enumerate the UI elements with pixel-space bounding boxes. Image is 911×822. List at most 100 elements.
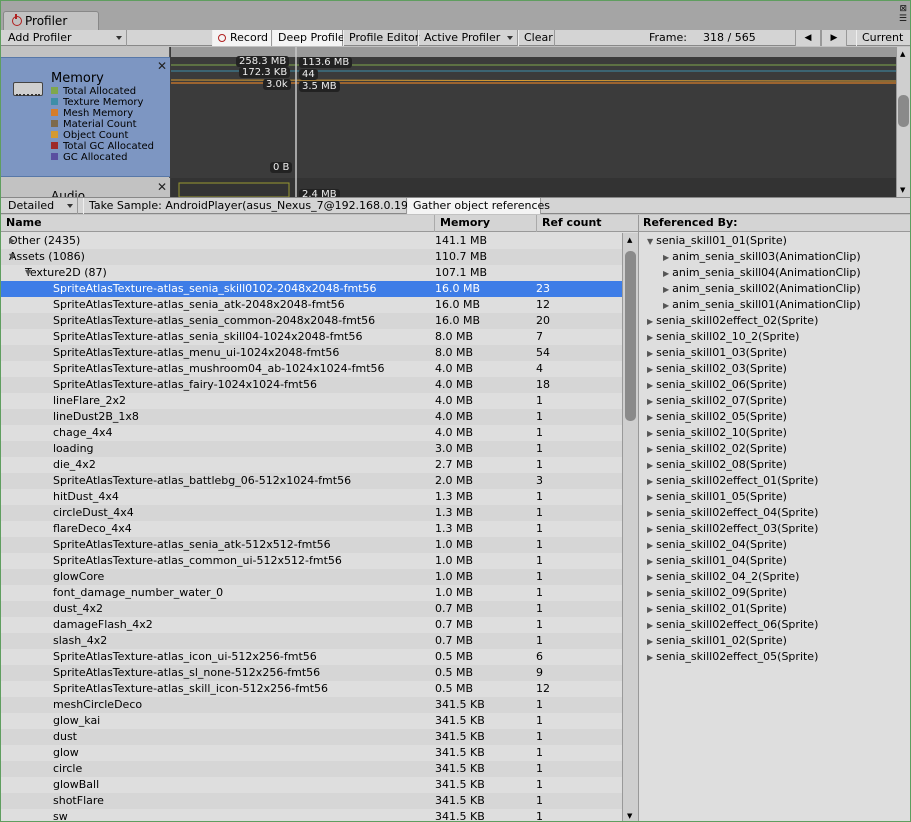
table-row[interactable]: shotFlare 341.5 KB 1 bbox=[1, 793, 622, 809]
table-row[interactable]: dust_4x2 0.7 MB 1 bbox=[1, 601, 622, 617]
table-row[interactable]: slash_4x2 0.7 MB 1 bbox=[1, 633, 622, 649]
collapsed-arrow-icon[interactable]: ▶ bbox=[647, 653, 653, 662]
collapsed-arrow-icon[interactable]: ▶ bbox=[663, 301, 669, 310]
collapsed-arrow-icon[interactable]: ▶ bbox=[647, 573, 653, 582]
collapsed-arrow-icon[interactable]: ▶ bbox=[663, 253, 669, 262]
detail-mode-dropdown[interactable]: Detailed bbox=[3, 198, 78, 214]
table-row[interactable]: damageFlash_4x2 0.7 MB 1 bbox=[1, 617, 622, 633]
add-profiler-dropdown[interactable]: Add Profiler bbox=[3, 30, 127, 46]
reference-item[interactable]: ▶ senia_skill02_08(Sprite) bbox=[647, 457, 787, 473]
reference-item[interactable]: ▶ senia_skill01_05(Sprite) bbox=[647, 489, 787, 505]
table-row[interactable]: meshCircleDeco 341.5 KB 1 bbox=[1, 697, 622, 713]
table-row[interactable]: SpriteAtlasTexture-atlas_battlebg_06-512… bbox=[1, 473, 622, 489]
scroll-up-icon[interactable]: ▲ bbox=[900, 50, 905, 58]
collapsed-arrow-icon[interactable]: ▶ bbox=[647, 333, 653, 342]
table-row[interactable]: SpriteAtlasTexture-atlas_senia_atk-2048x… bbox=[1, 297, 622, 313]
table-row[interactable]: glow_kai 341.5 KB 1 bbox=[1, 713, 622, 729]
table-row[interactable]: SpriteAtlasTexture-atlas_sl_none-512x256… bbox=[1, 665, 622, 681]
table-row[interactable]: circleDust_4x4 1.3 MB 1 bbox=[1, 505, 622, 521]
table-row[interactable]: die_4x2 2.7 MB 1 bbox=[1, 457, 622, 473]
reference-item[interactable]: ▶ senia_skill01_03(Sprite) bbox=[647, 345, 787, 361]
take-sample-button[interactable]: Take Sample: AndroidPlayer(asus_Nexus_7@… bbox=[83, 198, 419, 214]
table-row[interactable]: glow 341.5 KB 1 bbox=[1, 745, 622, 761]
reference-item[interactable]: ▶ anim_senia_skill04(AnimationClip) bbox=[663, 265, 861, 281]
legend-item[interactable]: Mesh Memory bbox=[51, 108, 154, 119]
expanded-arrow-icon[interactable]: ▼ bbox=[9, 249, 15, 265]
close-icon[interactable]: ⊠ bbox=[899, 4, 907, 14]
table-row[interactable]: lineDust2B_1x8 4.0 MB 1 bbox=[1, 409, 622, 425]
chart-scrollbar[interactable]: ▲ ▼ bbox=[896, 47, 910, 197]
collapsed-arrow-icon[interactable]: ▶ bbox=[647, 461, 653, 470]
table-row[interactable]: ▼ Texture2D (87) 107.1 MB bbox=[1, 265, 622, 281]
collapsed-arrow-icon[interactable]: ▶ bbox=[647, 525, 653, 534]
reference-item[interactable]: ▶ senia_skill02_01(Sprite) bbox=[647, 601, 787, 617]
collapsed-arrow-icon[interactable]: ▶ bbox=[647, 397, 653, 406]
reference-item[interactable]: ▶ senia_skill02_04_2(Sprite) bbox=[647, 569, 799, 585]
collapsed-arrow-icon[interactable]: ▶ bbox=[647, 445, 653, 454]
collapsed-arrow-icon[interactable]: ▶ bbox=[663, 269, 669, 278]
reference-item[interactable]: ▶ senia_skill02effect_05(Sprite) bbox=[647, 649, 818, 665]
reference-item[interactable]: ▶ senia_skill02effect_01(Sprite) bbox=[647, 473, 818, 489]
legend-item[interactable]: Texture Memory bbox=[51, 97, 154, 108]
table-row[interactable]: ▼ Assets (1086) 110.7 MB bbox=[1, 249, 622, 265]
scroll-down-icon[interactable]: ▼ bbox=[627, 812, 632, 820]
close-icon[interactable]: ✕ bbox=[157, 180, 167, 194]
collapsed-arrow-icon[interactable]: ▶ bbox=[647, 541, 653, 550]
legend-item[interactable]: Object Count bbox=[51, 130, 154, 141]
reference-item[interactable]: ▶ senia_skill02_10_2(Sprite) bbox=[647, 329, 799, 345]
active-profiler-dropdown[interactable]: Active Profiler bbox=[418, 30, 518, 46]
reference-item[interactable]: ▶ senia_skill02_03(Sprite) bbox=[647, 361, 787, 377]
profile-editor-button[interactable]: Profile Editor bbox=[343, 30, 419, 46]
table-row[interactable]: SpriteAtlasTexture-atlas_senia_common-20… bbox=[1, 313, 622, 329]
collapsed-arrow-icon[interactable]: ▶ bbox=[647, 637, 653, 646]
table-row[interactable]: dust 341.5 KB 1 bbox=[1, 729, 622, 745]
column-header-memory[interactable]: Memory bbox=[435, 215, 537, 232]
collapsed-arrow-icon[interactable]: ▶ bbox=[647, 317, 653, 326]
table-row[interactable]: SpriteAtlasTexture-atlas_senia_skill0102… bbox=[1, 281, 622, 297]
close-icon[interactable]: ✕ bbox=[157, 59, 167, 73]
collapsed-arrow-icon[interactable]: ▶ bbox=[647, 493, 653, 502]
reference-item[interactable]: ▶ anim_senia_skill02(AnimationClip) bbox=[663, 281, 861, 297]
reference-item[interactable]: ▶ senia_skill02_02(Sprite) bbox=[647, 441, 787, 457]
collapsed-arrow-icon[interactable]: ▶ bbox=[647, 557, 653, 566]
deep-profile-button[interactable]: Deep Profile bbox=[272, 30, 345, 46]
table-row[interactable]: lineFlare_2x2 4.0 MB 1 bbox=[1, 393, 622, 409]
collapsed-arrow-icon[interactable]: ▶ bbox=[663, 285, 669, 294]
table-row[interactable]: ▶ Other (2435) 141.1 MB bbox=[1, 233, 622, 249]
collapsed-arrow-icon[interactable]: ▶ bbox=[647, 381, 653, 390]
collapsed-arrow-icon[interactable]: ▶ bbox=[647, 621, 653, 630]
reference-item[interactable]: ▶ senia_skill02effect_06(Sprite) bbox=[647, 617, 818, 633]
table-row[interactable]: SpriteAtlasTexture-atlas_mushroom04_ab-1… bbox=[1, 361, 622, 377]
legend-item[interactable]: Total Allocated bbox=[51, 86, 154, 97]
legend-item[interactable]: Material Count bbox=[51, 119, 154, 130]
table-row[interactable]: SpriteAtlasTexture-atlas_icon_ui-512x256… bbox=[1, 649, 622, 665]
scroll-down-icon[interactable]: ▼ bbox=[900, 186, 905, 194]
reference-item[interactable]: ▶ senia_skill01_04(Sprite) bbox=[647, 553, 787, 569]
collapsed-arrow-icon[interactable]: ▶ bbox=[647, 349, 653, 358]
reference-item[interactable]: ▶ senia_skill01_02(Sprite) bbox=[647, 633, 787, 649]
table-row[interactable]: SpriteAtlasTexture-atlas_senia_atk-512x5… bbox=[1, 537, 622, 553]
table-row[interactable]: SpriteAtlasTexture-atlas_common_ui-512x5… bbox=[1, 553, 622, 569]
reference-item[interactable]: ▶ senia_skill02_09(Sprite) bbox=[647, 585, 787, 601]
scrollbar-thumb[interactable] bbox=[625, 251, 636, 421]
audio-module[interactable]: ✕ Audio bbox=[1, 178, 170, 197]
reference-item[interactable]: ▶ senia_skill02_06(Sprite) bbox=[647, 377, 787, 393]
reference-item[interactable]: ▶ senia_skill02effect_02(Sprite) bbox=[647, 313, 818, 329]
reference-item[interactable]: ▶ anim_senia_skill03(AnimationClip) bbox=[663, 249, 861, 265]
collapsed-arrow-icon[interactable]: ▶ bbox=[647, 365, 653, 374]
menu-icon[interactable]: ☰ bbox=[899, 14, 907, 24]
table-row[interactable]: hitDust_4x4 1.3 MB 1 bbox=[1, 489, 622, 505]
reference-item[interactable]: ▶ senia_skill02effect_03(Sprite) bbox=[647, 521, 818, 537]
collapsed-arrow-icon[interactable]: ▶ bbox=[647, 429, 653, 438]
table-row[interactable]: glowCore 1.0 MB 1 bbox=[1, 569, 622, 585]
table-row[interactable]: font_damage_number_water_0 1.0 MB 1 bbox=[1, 585, 622, 601]
table-row[interactable]: SpriteAtlasTexture-atlas_menu_ui-1024x20… bbox=[1, 345, 622, 361]
scrollbar-thumb[interactable] bbox=[898, 95, 909, 127]
column-header-refcount[interactable]: Ref count bbox=[537, 215, 638, 232]
profiler-tab[interactable]: Profiler bbox=[3, 11, 99, 30]
table-row[interactable]: chage_4x4 4.0 MB 1 bbox=[1, 425, 622, 441]
memory-module[interactable]: Memory ✕ Total Allocated Texture Memory … bbox=[1, 57, 170, 177]
collapsed-arrow-icon[interactable]: ▶ bbox=[647, 477, 653, 486]
reference-item[interactable]: ▶ anim_senia_skill01(AnimationClip) bbox=[663, 297, 861, 313]
table-row[interactable]: SpriteAtlasTexture-atlas_skill_icon-512x… bbox=[1, 681, 622, 697]
